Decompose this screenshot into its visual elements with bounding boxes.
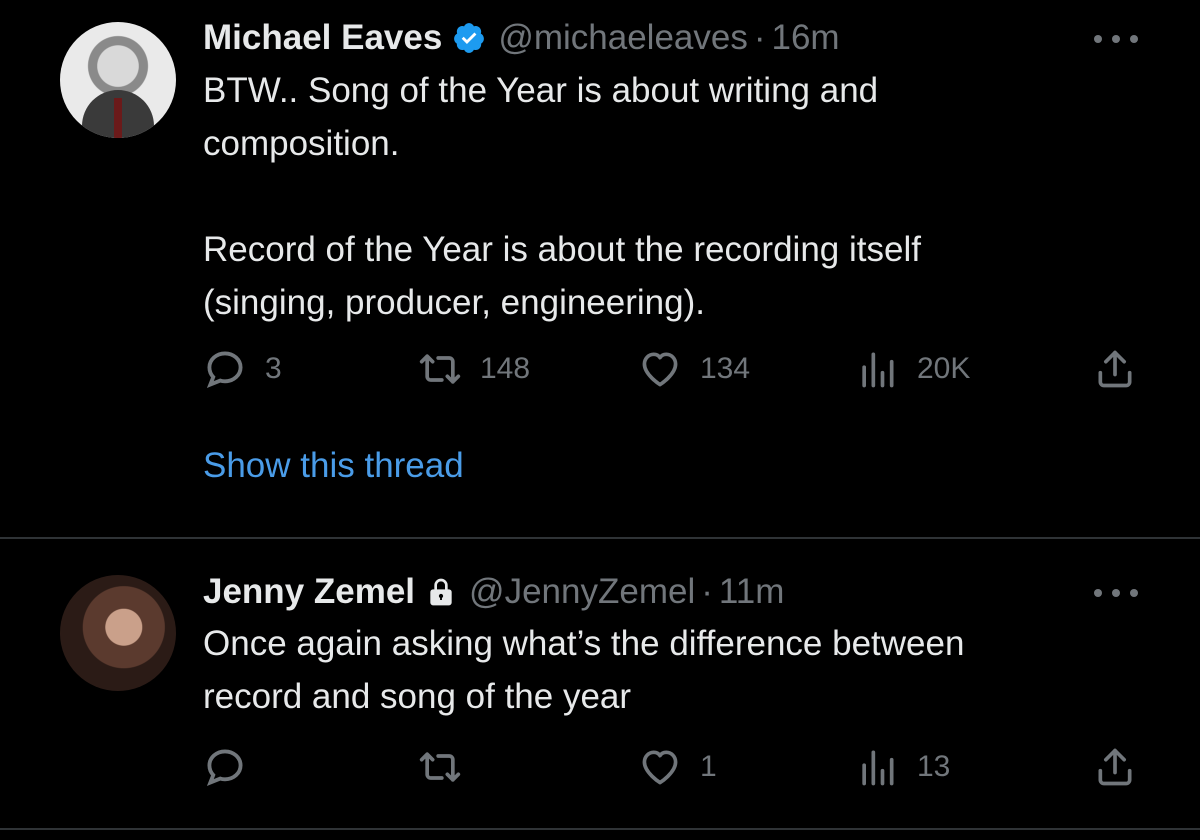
author-handle[interactable]: @michaeleaves	[498, 18, 748, 58]
retweet-icon	[419, 354, 461, 384]
retweet-count: 148	[480, 352, 531, 385]
like-count: 134	[700, 352, 751, 385]
retweet-button[interactable]: 148	[418, 344, 530, 394]
avatar-tie	[114, 98, 122, 138]
tweet-header: Michael Eaves @michaeleaves · 16m	[203, 18, 840, 58]
share-icon	[1098, 748, 1132, 786]
like-count: 1	[700, 750, 717, 783]
author-handle[interactable]: @JennyZemel	[469, 572, 695, 612]
like-button[interactable]: 134	[638, 344, 750, 394]
show-thread-link[interactable]: Show this thread	[203, 446, 464, 486]
avatar[interactable]	[60, 22, 176, 138]
timestamp[interactable]: 16m	[772, 18, 840, 58]
tweet-actions: 1 13	[203, 742, 1143, 792]
views-icon	[862, 352, 894, 388]
view-count: 13	[917, 750, 951, 783]
divider	[0, 828, 1200, 830]
share-icon	[1098, 350, 1132, 388]
tweet-header: Jenny Zemel @JennyZemel · 11m	[203, 572, 784, 612]
avatar[interactable]	[60, 575, 176, 691]
timeline: Michael Eaves @michaeleaves · 16m BTW.. …	[0, 0, 1200, 840]
reply-icon	[206, 749, 243, 787]
view-count: 20K	[917, 352, 971, 385]
separator-dot: ·	[753, 18, 766, 57]
views-button[interactable]: 20K	[855, 344, 970, 394]
author-name[interactable]: Jenny Zemel	[203, 572, 415, 612]
reply-button[interactable]: 3	[203, 344, 282, 394]
verified-icon	[454, 23, 485, 53]
timestamp[interactable]: 11m	[719, 572, 785, 612]
tweet-actions: 3 148 134 20K	[203, 344, 1143, 394]
more-options-icon[interactable]	[1094, 586, 1138, 600]
tweet[interactable]: Michael Eaves @michaeleaves · 16m BTW.. …	[0, 0, 1200, 538]
share-button[interactable]	[1093, 742, 1137, 792]
tweet-text: Once again asking what’s the difference …	[203, 624, 965, 716]
like-button[interactable]: 1	[638, 742, 717, 792]
tweet-text: BTW.. Song of the Year is about writing …	[203, 71, 921, 322]
lock-icon	[430, 578, 452, 606]
heart-icon	[642, 352, 678, 387]
author-name[interactable]: Michael Eaves	[203, 18, 442, 58]
reply-count: 3	[265, 352, 282, 385]
views-button[interactable]: 13	[855, 742, 950, 792]
reply-button[interactable]	[203, 742, 265, 792]
more-options-icon[interactable]	[1094, 32, 1138, 46]
separator-dot: ·	[701, 572, 713, 611]
reply-icon	[206, 351, 243, 389]
share-button[interactable]	[1093, 344, 1137, 394]
views-icon	[862, 750, 894, 786]
retweet-icon	[419, 752, 461, 782]
retweet-button[interactable]	[418, 742, 480, 792]
heart-icon	[642, 750, 678, 785]
